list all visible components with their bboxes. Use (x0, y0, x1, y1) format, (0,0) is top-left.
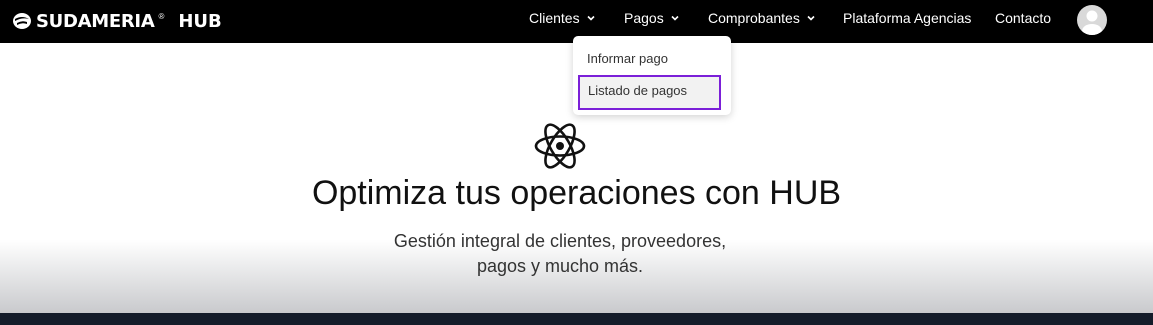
hero-subtitle-line2: pagos y mucho más. (476, 256, 644, 276)
pagos-dropdown-menu: Informar pago Listado de pagos (573, 36, 731, 115)
user-avatar[interactable] (1077, 5, 1107, 35)
sudameria-logo-icon (13, 13, 31, 29)
nav-pagos[interactable]: Pagos (624, 0, 680, 36)
nav-clientes-label: Clientes (529, 10, 580, 26)
nav-agencias-label: Plataforma Agencias (843, 10, 972, 26)
nav-comprobantes-label: Comprobantes (708, 10, 800, 26)
user-avatar-icon (1082, 10, 1102, 35)
hero-title: Optimiza tus operaciones con HUB (311, 174, 842, 212)
brand-name: SUDAMERIA (36, 10, 155, 32)
nav-contacto-label: Contacto (995, 10, 1052, 26)
dropdown-item-listado-de-pagos[interactable]: Listado de pagos (578, 75, 721, 110)
brand-registered-mark: ® (158, 11, 165, 21)
hero-subtitle-line1: Gestión integral de clientes, proveedore… (393, 231, 727, 251)
hero-subtitle: Gestión integral de clientes, proveedore… (0, 229, 1120, 279)
chevron-down-icon (587, 15, 595, 21)
brand-product: HUB (178, 10, 222, 32)
nav-clientes[interactable]: Clientes (529, 0, 596, 36)
brand-logo[interactable]: SUDAMERIA ® HUB (12, 9, 222, 33)
nav-contacto[interactable]: Contacto (995, 0, 1051, 36)
nav-plataforma-agencias[interactable]: Plataforma Agencias (843, 0, 971, 36)
atom-icon (534, 123, 586, 169)
nav-pagos-label: Pagos (624, 10, 664, 26)
chevron-down-icon (807, 15, 815, 21)
footer-band (0, 313, 1153, 325)
nav-comprobantes[interactable]: Comprobantes (708, 0, 816, 36)
dropdown-item-informar-pago[interactable]: Informar pago (573, 44, 731, 74)
chevron-down-icon (671, 15, 679, 21)
